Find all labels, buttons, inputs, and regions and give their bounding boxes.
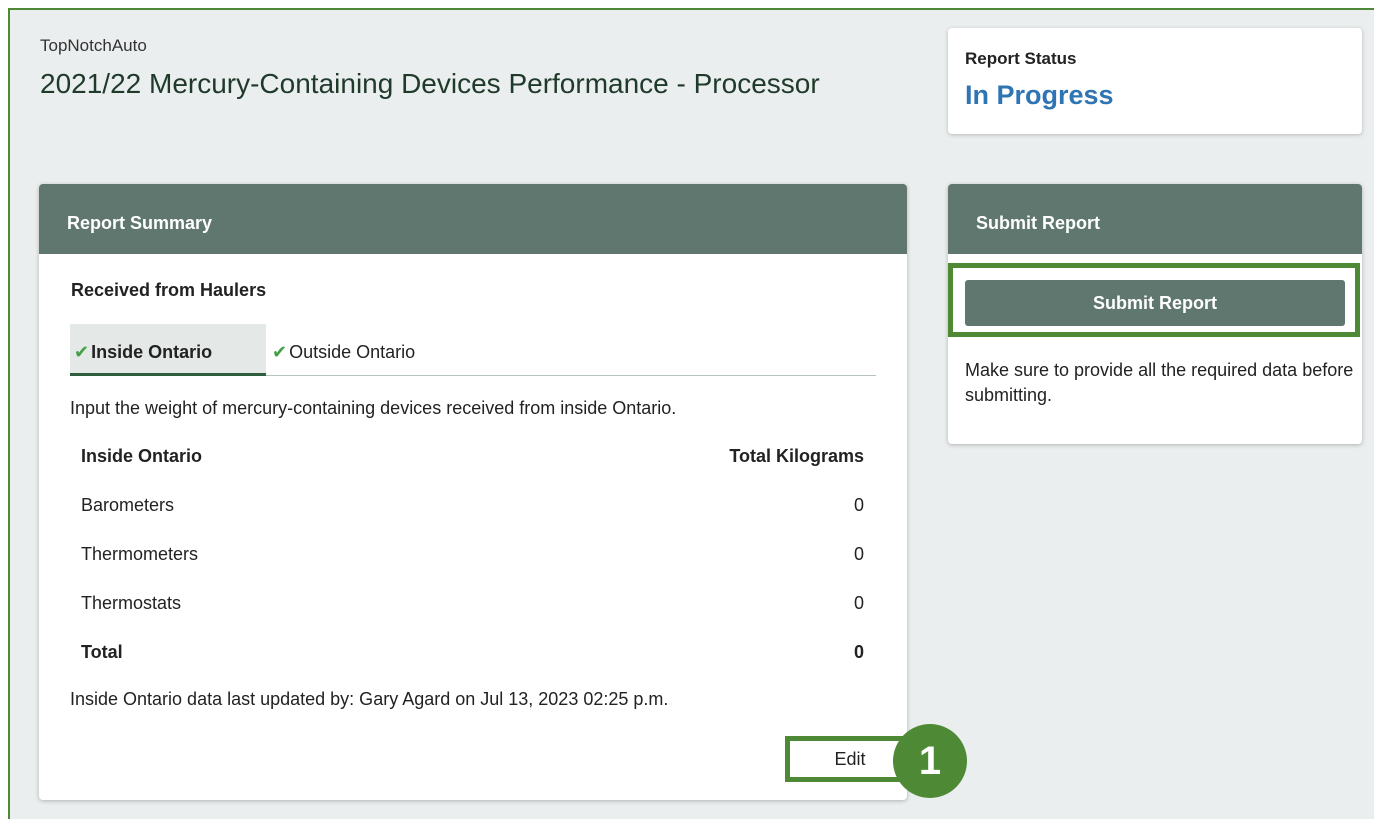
check-icon: ✔ xyxy=(272,342,288,362)
row-value: 0 xyxy=(853,593,864,613)
row-name: Thermometers xyxy=(81,544,199,564)
total-label: Total xyxy=(81,642,123,662)
row-value: 0 xyxy=(853,495,864,515)
submit-report-button[interactable]: Submit Report xyxy=(965,280,1345,326)
table-header-row: Inside Ontario Total Kilograms xyxy=(70,432,876,481)
row-value: 0 xyxy=(853,544,864,564)
section-heading: Received from Haulers xyxy=(71,280,267,300)
data-table: Inside Ontario Total Kilograms Barometer… xyxy=(70,432,876,677)
submit-help-text: Make sure to provide all the required da… xyxy=(965,360,1354,405)
tab-label: Outside Ontario xyxy=(289,342,416,362)
report-summary-card: Report Summary Received from Haulers ✔ In… xyxy=(39,184,915,800)
report-status-card: Report Status In Progress xyxy=(948,28,1362,134)
check-icon: ✔ xyxy=(74,342,90,362)
report-summary-header: Report Summary xyxy=(39,184,907,254)
total-value: 0 xyxy=(853,642,864,662)
tab-inside-ontario[interactable]: ✔ Inside Ontario xyxy=(70,324,266,376)
column-header-value: Total Kilograms xyxy=(729,446,864,466)
row-name: Thermostats xyxy=(81,593,182,613)
table-total-row: Total 0 xyxy=(70,628,876,677)
submit-report-card: Submit Report Submit Report Make sure to… xyxy=(948,184,1362,444)
submit-report-header: Submit Report xyxy=(948,184,1362,254)
report-status-value: In Progress xyxy=(965,80,1114,110)
company-name: TopNotchAuto xyxy=(40,36,147,55)
instruction-text: Input the weight of mercury-containing d… xyxy=(70,398,677,418)
table-row: Barometers 0 xyxy=(70,481,876,530)
edit-button-label: Edit xyxy=(834,748,866,769)
row-name: Barometers xyxy=(81,495,175,515)
column-header-name: Inside Ontario xyxy=(81,446,203,466)
page-title: 2021/22 Mercury-Containing Devices Perfo… xyxy=(40,68,820,99)
table-row: Thermometers 0 xyxy=(70,530,876,579)
table-row: Thermostats 0 xyxy=(70,579,876,628)
tab-label: Inside Ontario xyxy=(91,342,213,362)
tab-bar: ✔ Inside Ontario ✔ Outside Ontario xyxy=(70,324,876,376)
last-updated-text: Inside Ontario data last updated by: Gar… xyxy=(70,689,669,709)
callout-badge: 1 xyxy=(893,724,967,798)
report-status-label: Report Status xyxy=(965,49,1077,68)
tab-outside-ontario[interactable]: ✔ Outside Ontario xyxy=(268,324,468,376)
